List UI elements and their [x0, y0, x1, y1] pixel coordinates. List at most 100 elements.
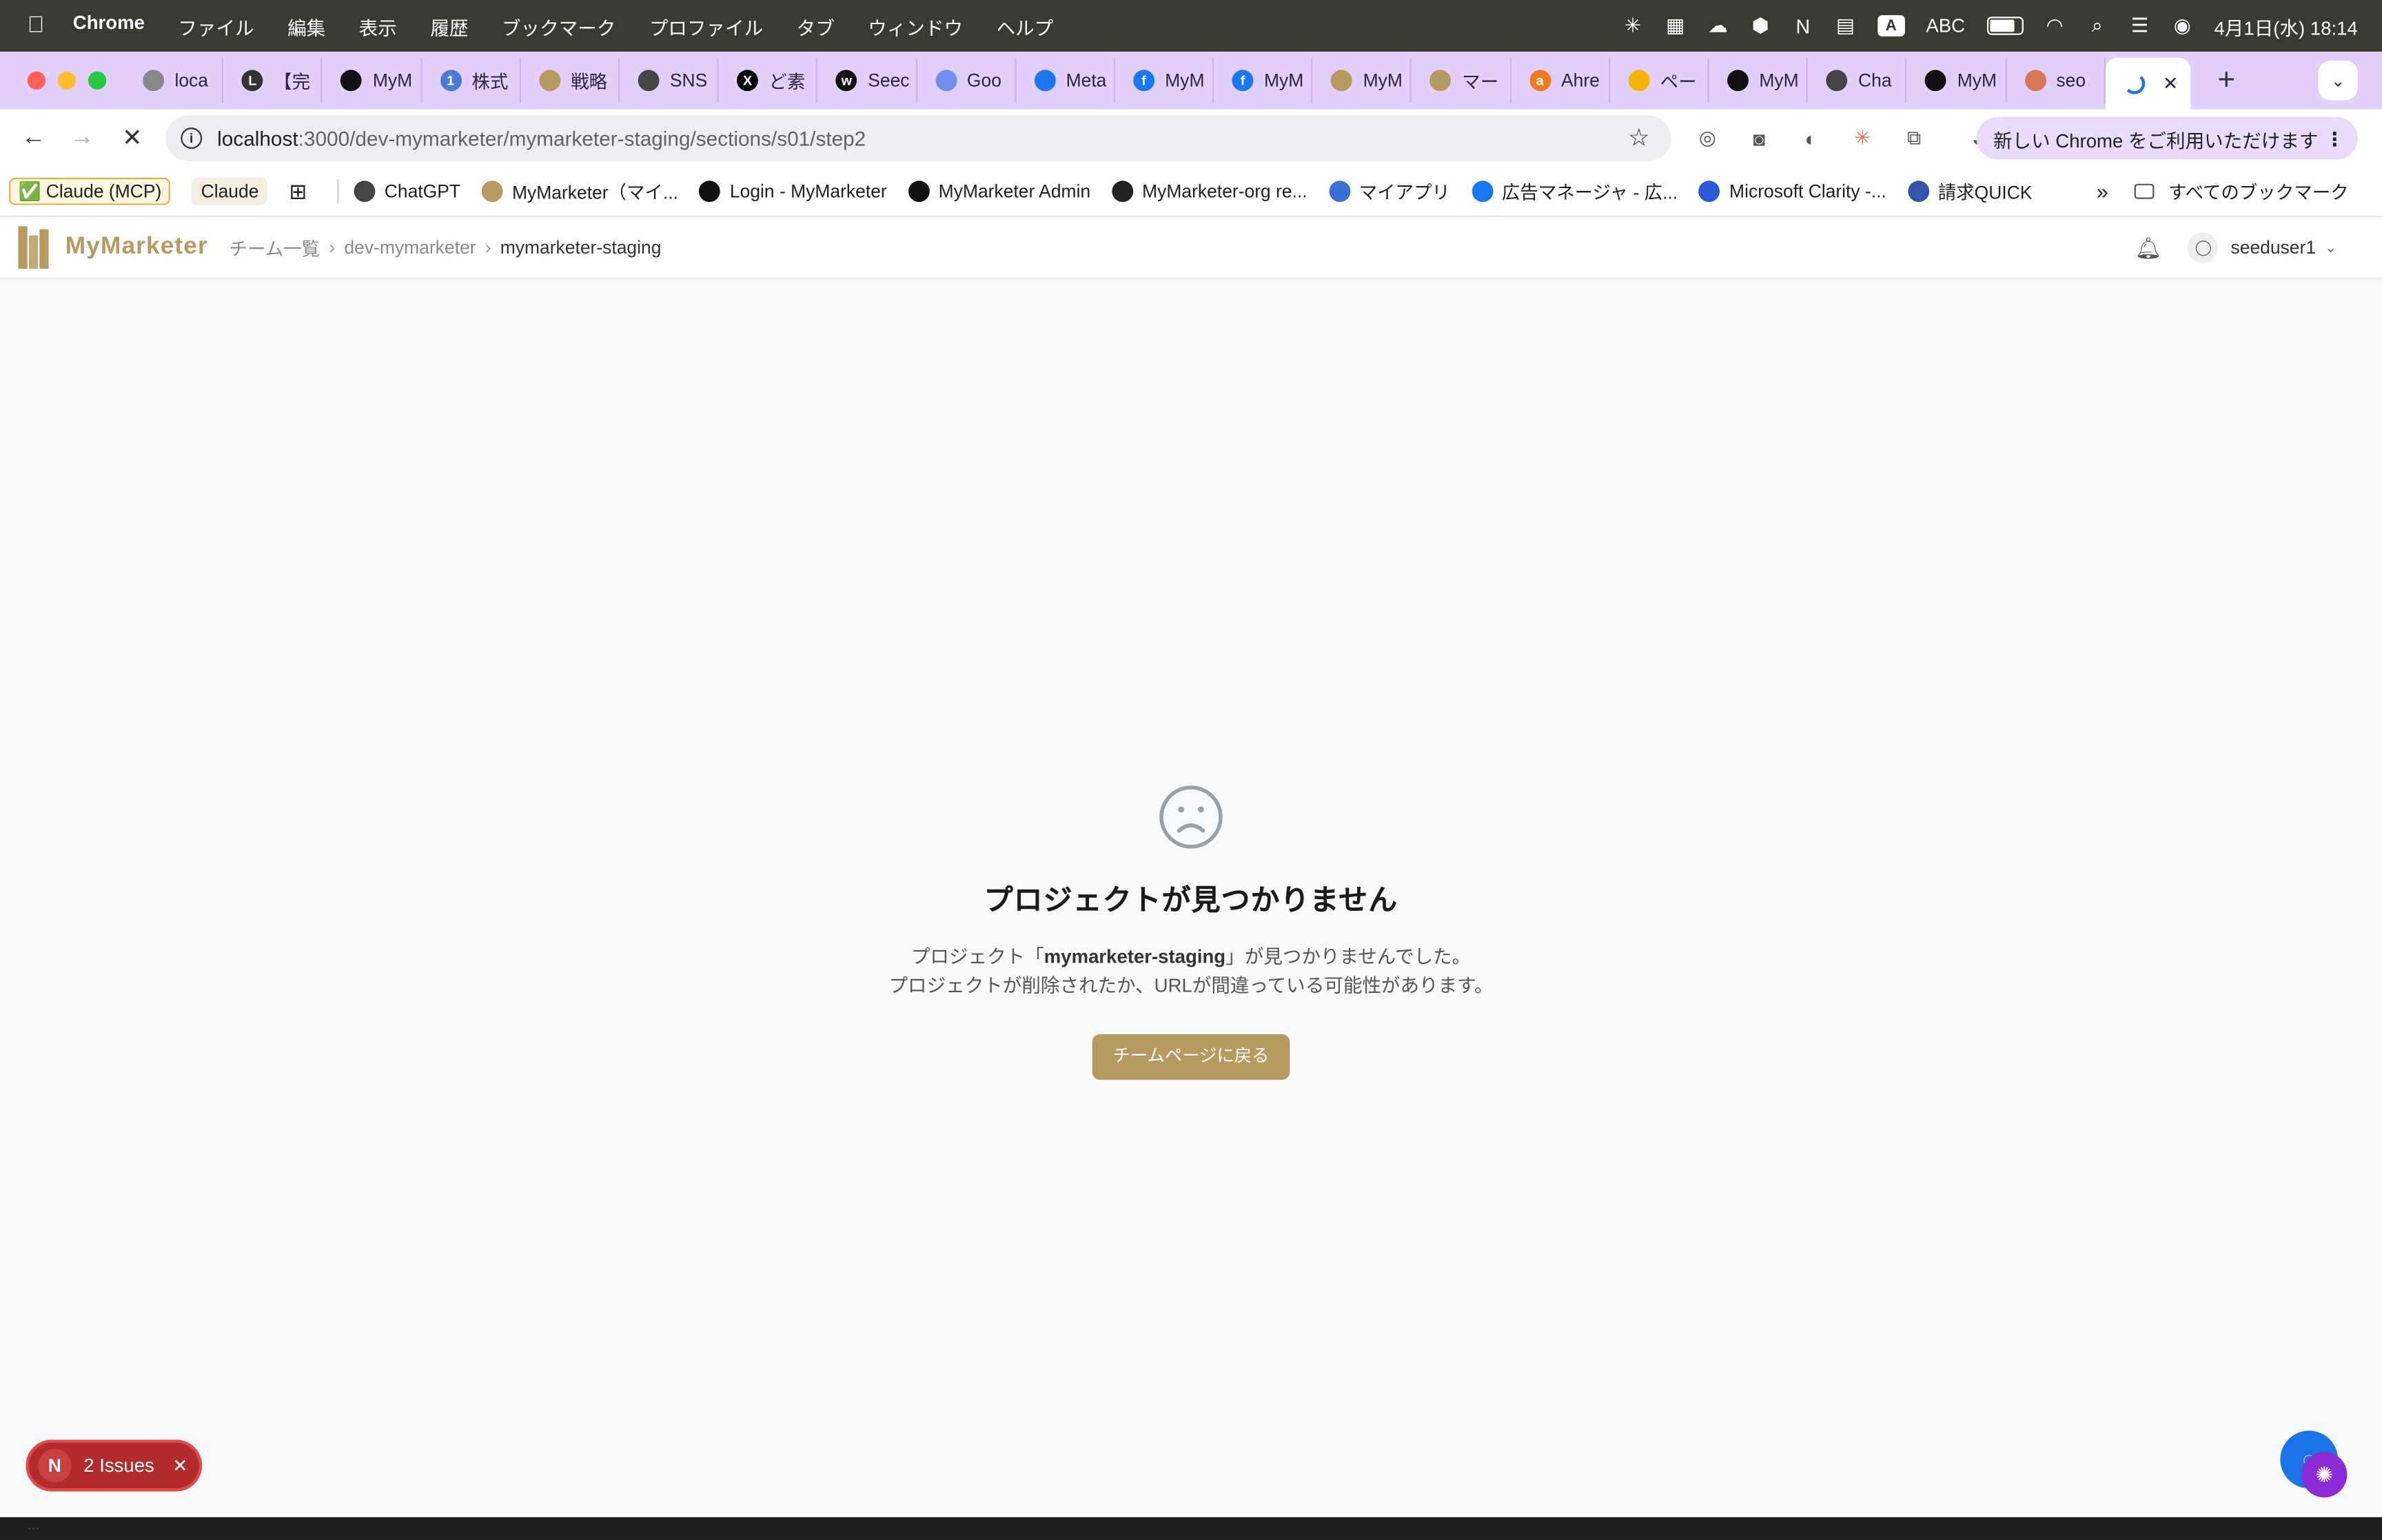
bookmark-label: MyMarketer Admin: [938, 181, 1091, 203]
zoom-window-button[interactable]: [88, 71, 107, 90]
bookmark-item[interactable]: マイアプリ: [1328, 178, 1450, 204]
spotlight-search-icon[interactable]: ⌕: [2086, 14, 2108, 37]
bookmark-label: MyMarketer（マイ...: [511, 181, 678, 203]
camera-extension-icon[interactable]: ◙: [1746, 125, 1773, 152]
browser-tab[interactable]: MyM: [323, 57, 422, 103]
menubar-clock[interactable]: 4月1日(水) 18:14: [2215, 12, 2358, 41]
browser-tab[interactable]: w Seec: [817, 57, 917, 103]
bookmark-item[interactable]: 広告マネージャ - 広...: [1471, 178, 1678, 204]
back-arrow-icon[interactable]: ←: [18, 123, 48, 154]
box-icon[interactable]: ⬢: [1750, 14, 1771, 37]
browser-tab[interactable]: f MyM: [1115, 57, 1214, 103]
wifi-icon[interactable]: ◠: [2044, 14, 2066, 37]
brand-logo[interactable]: MyMarketer: [18, 226, 207, 269]
more-menu-icon[interactable]: ⋮: [2325, 127, 2344, 150]
tab-active[interactable]: ✕: [2105, 57, 2190, 110]
back-to-team-button[interactable]: チームページに戻る: [1091, 1034, 1291, 1080]
notification-bell-icon[interactable]: 🔔︎: [2135, 235, 2161, 260]
grid-app-icon[interactable]: ▦: [1665, 14, 1686, 37]
address-bar[interactable]: i localhost:3000/dev-mymarketer/mymarket…: [165, 115, 1671, 161]
browser-tab[interactable]: マー: [1412, 57, 1511, 103]
bookmark-label: ChatGPT: [384, 181, 461, 203]
tab-list: loca L 【完 MyM 1 株式 戦略 SNS X ど素 w Seec Goo Meta f MyM f My…: [125, 52, 2106, 110]
browser-tab[interactable]: Goo: [917, 57, 1016, 103]
menu-view[interactable]: 表示: [359, 12, 397, 41]
notion-icon[interactable]: N: [1792, 14, 1813, 37]
stop-loading-icon[interactable]: ✕: [117, 123, 147, 154]
browser-tab[interactable]: Cha: [1808, 57, 1907, 103]
browser-tab[interactable]: a Ahre: [1511, 57, 1610, 103]
tab-search-chevron-icon[interactable]: ⌄: [2318, 61, 2358, 101]
bookmark-star-icon[interactable]: ☆: [1628, 123, 1650, 154]
bookmark-item[interactable]: ChatGPT: [354, 181, 461, 203]
extensions-puzzle-icon[interactable]: ⧉: [1900, 125, 1928, 152]
bug-report-icon[interactable]: ✺: [2301, 1452, 2348, 1498]
browser-tab[interactable]: MyM: [1709, 57, 1809, 103]
browser-tab[interactable]: seo: [2006, 57, 2106, 103]
more-bookmarks-icon[interactable]: »: [2097, 179, 2108, 203]
browser-tab[interactable]: L 【完: [223, 57, 323, 103]
browser-tab[interactable]: Meta: [1016, 57, 1115, 103]
browser-tab[interactable]: 1 株式: [422, 57, 521, 103]
all-bookmarks-label: すべてのブックマーク: [2168, 181, 2349, 203]
bookmark-item[interactable]: Login - MyMarketer: [699, 181, 887, 203]
minimize-window-button[interactable]: [57, 71, 77, 90]
claude-icon[interactable]: ✳: [1622, 14, 1644, 37]
clipboard-icon[interactable]: ▤: [1835, 14, 1856, 37]
tab-title: Meta: [1066, 70, 1107, 92]
browser-tab[interactable]: f MyM: [1214, 57, 1313, 103]
close-tab-icon[interactable]: ✕: [2163, 73, 2178, 94]
apps-grid-icon[interactable]: ⊞: [289, 178, 307, 204]
browser-tab[interactable]: 戦略: [520, 57, 620, 103]
input-mode-label: ABC: [1926, 15, 1966, 37]
tab-favicon-icon: [340, 70, 363, 92]
forward-arrow-icon[interactable]: →: [67, 123, 97, 154]
desc-line2: プロジェクトが削除されたか、URLが間違っている可能性があります。: [888, 975, 1494, 996]
close-window-button[interactable]: [27, 71, 46, 90]
site-info-icon[interactable]: i: [181, 127, 203, 150]
menu-edit[interactable]: 編集: [287, 12, 325, 41]
browser-tab[interactable]: loca: [125, 57, 224, 103]
tab-title: MyM: [1263, 70, 1304, 92]
siri-icon[interactable]: ◉: [2172, 14, 2193, 37]
menu-tab[interactable]: タブ: [797, 12, 835, 41]
breadcrumb-team[interactable]: dev-mymarketer: [344, 237, 476, 258]
all-bookmarks-button[interactable]: すべてのブックマーク: [2135, 178, 2349, 204]
bookmark-item[interactable]: MyMarketer Admin: [908, 181, 1091, 203]
breadcrumb-team-list[interactable]: チーム一覧: [230, 235, 320, 260]
bookmark-item[interactable]: MyMarketer（マイ...: [481, 178, 678, 204]
user-menu[interactable]: ◯ seeduser1 ⌄: [2188, 232, 2337, 263]
menu-history[interactable]: 履歴: [430, 12, 468, 41]
chrome-update-button[interactable]: 新しい Chrome をご利用いただけます ⋮: [1976, 116, 2358, 160]
control-center-icon[interactable]: ☰: [2129, 14, 2150, 37]
menu-file[interactable]: ファイル: [178, 12, 254, 41]
browser-tab[interactable]: MyM: [1313, 57, 1412, 103]
browser-tab[interactable]: MyM: [1907, 57, 2006, 103]
bookmark-label: MyMarketer-org re...: [1142, 181, 1307, 203]
claude-extension-icon[interactable]: ✳: [1849, 125, 1876, 152]
nextjs-issues-badge[interactable]: N 2 Issues ✕: [26, 1439, 203, 1492]
input-source-icon[interactable]: A: [1877, 15, 1905, 37]
password-extension-icon[interactable]: ◐: [1797, 125, 1824, 152]
tab-title: マー: [1462, 70, 1499, 92]
bookmark-item[interactable]: Microsoft Clarity -...: [1698, 181, 1886, 203]
bookmark-claude-mcp[interactable]: ✅ Claude (MCP): [9, 177, 171, 205]
browser-tab[interactable]: SNS: [620, 57, 719, 103]
battery-icon[interactable]: [1986, 17, 2023, 35]
bookmark-item[interactable]: MyMarketer-org re...: [1112, 181, 1307, 203]
apple-icon[interactable]: : [28, 13, 49, 38]
menu-help[interactable]: ヘルプ: [997, 12, 1054, 41]
close-icon[interactable]: ✕: [172, 1455, 187, 1477]
breadcrumb: チーム一覧 › dev-mymarketer › mymarketer-stag…: [230, 235, 662, 260]
menu-app[interactable]: Chrome: [73, 12, 145, 41]
bookmark-claude[interactable]: Claude: [192, 177, 268, 205]
menu-bookmarks[interactable]: ブックマーク: [502, 12, 615, 41]
cloud-sync-icon[interactable]: ☁: [1707, 14, 1729, 37]
browser-tab[interactable]: ペー: [1610, 57, 1709, 103]
menu-window[interactable]: ウィンドウ: [868, 12, 963, 41]
new-tab-button[interactable]: +: [2217, 63, 2235, 98]
browser-tab[interactable]: X ど素: [719, 57, 818, 103]
broadcast-extension-icon[interactable]: ◎: [1694, 125, 1722, 152]
menu-profile[interactable]: プロファイル: [649, 12, 763, 41]
bookmark-item[interactable]: 請求QUICK: [1907, 178, 2032, 204]
